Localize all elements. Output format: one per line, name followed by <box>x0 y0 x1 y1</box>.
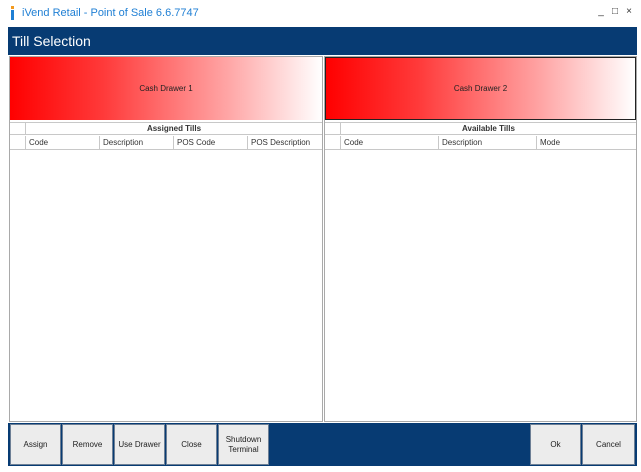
cancel-button[interactable]: Cancel <box>582 424 635 465</box>
row-indicator-header <box>325 123 341 134</box>
close-button[interactable]: Close <box>166 424 217 465</box>
column-pos-code[interactable]: POS Code <box>174 136 248 149</box>
column-description[interactable]: Description <box>439 136 537 149</box>
cash-drawer-1-label: Cash Drawer 1 <box>139 84 193 93</box>
row-indicator-column <box>10 136 26 149</box>
available-tills-group-header: Available Tills <box>325 122 636 135</box>
maximize-icon[interactable]: □ <box>611 6 619 18</box>
available-tills-title: Available Tills <box>462 124 515 133</box>
window-titlebar: iVend Retail - Point of Sale 6.6.7747 _ … <box>0 0 641 26</box>
ok-button[interactable]: Ok <box>530 424 581 465</box>
cash-drawer-2-button[interactable]: Cash Drawer 2 <box>325 57 636 120</box>
remove-button[interactable]: Remove <box>62 424 113 465</box>
minimize-icon[interactable]: _ <box>597 6 605 18</box>
assigned-tills-group-header: Assigned Tills <box>10 122 322 135</box>
assigned-tills-panel: Cash Drawer 1 Assigned Tills Code Descri… <box>9 56 323 422</box>
page-title: Till Selection <box>12 33 91 49</box>
column-code[interactable]: Code <box>341 136 439 149</box>
column-pos-description[interactable]: POS Description <box>248 136 322 149</box>
row-indicator-header <box>10 123 26 134</box>
cash-drawer-1-button[interactable]: Cash Drawer 1 <box>10 57 322 120</box>
column-mode[interactable]: Mode <box>537 136 636 149</box>
cash-drawer-2-label: Cash Drawer 2 <box>453 84 508 93</box>
column-description[interactable]: Description <box>100 136 174 149</box>
action-toolbar: Assign Remove Use Drawer Close Shutdown … <box>8 423 637 466</box>
column-code[interactable]: Code <box>26 136 100 149</box>
available-tills-panel: Cash Drawer 2 Available Tills Code Descr… <box>324 56 637 422</box>
page-header: Till Selection <box>8 27 637 55</box>
use-drawer-button[interactable]: Use Drawer <box>114 424 165 465</box>
available-tills-column-headers: Code Description Mode <box>325 136 636 150</box>
app-logo-icon <box>11 6 14 20</box>
window-title: iVend Retail - Point of Sale 6.6.7747 <box>22 7 199 19</box>
assigned-tills-column-headers: Code Description POS Code POS Descriptio… <box>10 136 322 150</box>
close-icon[interactable]: × <box>625 6 633 18</box>
assigned-tills-title: Assigned Tills <box>146 124 202 133</box>
shutdown-terminal-button[interactable]: Shutdown Terminal <box>218 424 269 465</box>
shutdown-label-line1: Shutdown <box>225 434 262 444</box>
row-indicator-column <box>325 136 341 149</box>
assign-button[interactable]: Assign <box>10 424 61 465</box>
window-controls: _ □ × <box>597 6 633 18</box>
shutdown-label-line2: Terminal <box>228 444 259 454</box>
